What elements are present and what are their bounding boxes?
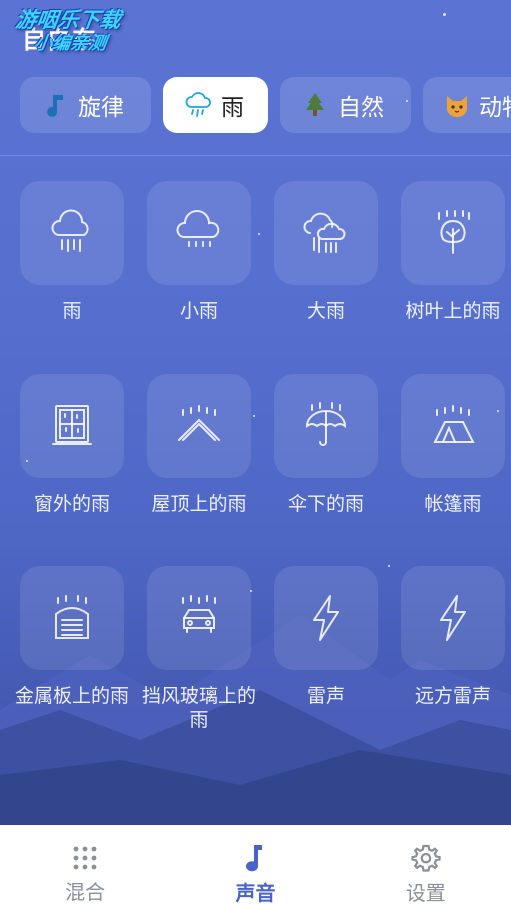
metal-rain-icon bbox=[55, 595, 89, 639]
sound-card[interactable] bbox=[401, 374, 505, 478]
grid-dots-icon bbox=[70, 843, 100, 872]
sound-label: 屋顶上的雨 bbox=[151, 493, 247, 515]
sound-label: 金属板上的雨 bbox=[14, 685, 129, 707]
sound-label: 远方雷声 bbox=[414, 685, 491, 707]
rain-cloud-icon bbox=[51, 209, 89, 252]
nav-label: 声音 bbox=[235, 881, 276, 905]
windshield-rain-icon bbox=[182, 595, 216, 633]
music-note-icon bbox=[240, 843, 270, 873]
sound-card[interactable] bbox=[20, 181, 124, 285]
nav-sounds[interactable]: 声音 bbox=[170, 825, 340, 905]
tab-label: 自然 bbox=[338, 95, 384, 121]
sound-card[interactable] bbox=[274, 566, 378, 670]
cat-icon bbox=[443, 90, 471, 120]
sound-card[interactable] bbox=[401, 181, 505, 285]
roof-rain-icon bbox=[178, 405, 220, 441]
sound-label: 树叶上的雨 bbox=[405, 300, 501, 322]
sound-label: 帐篷雨 bbox=[424, 493, 482, 515]
sound-item-metal-rain[interactable]: 金属板上的雨 bbox=[15, 566, 129, 708]
sound-card[interactable] bbox=[147, 374, 251, 478]
app-header: 自白东 游咽乐下载 小编亲测 bbox=[0, 0, 511, 72]
tab-label: 旋律 bbox=[78, 95, 124, 121]
tab-label: 雨 bbox=[221, 95, 244, 121]
sound-card[interactable] bbox=[274, 374, 378, 478]
sound-label: 雨 bbox=[62, 300, 82, 322]
tab-label: 动物 bbox=[479, 95, 511, 121]
nav-settings[interactable]: 设置 bbox=[341, 825, 511, 905]
sound-label: 小雨 bbox=[179, 300, 218, 322]
umbrella-rain-icon bbox=[305, 402, 347, 446]
heavy-rain-icon bbox=[303, 212, 346, 253]
sound-card[interactable] bbox=[147, 181, 251, 285]
tree-icon bbox=[300, 90, 330, 120]
sound-card[interactable] bbox=[401, 566, 505, 670]
tabs-divider bbox=[0, 155, 511, 156]
sound-card[interactable] bbox=[274, 181, 378, 285]
sound-item-distant-thunder[interactable]: 远方雷声 bbox=[401, 566, 505, 708]
sound-item-umbrella-rain[interactable]: 伞下的雨 bbox=[274, 374, 378, 516]
sound-card[interactable] bbox=[20, 374, 124, 478]
sound-card[interactable] bbox=[20, 566, 124, 670]
tab-nature[interactable]: 自然 bbox=[280, 77, 411, 133]
sound-item-thunder[interactable]: 雷声 bbox=[274, 566, 378, 708]
tab-animal[interactable]: 动物 bbox=[423, 77, 511, 133]
sound-item-rain-on-leaves[interactable]: 树叶上的雨 bbox=[401, 181, 505, 323]
sound-item-heavy-rain[interactable]: 大雨 bbox=[274, 181, 378, 323]
sound-item-windshield-rain[interactable]: 挡风玻璃上的雨 bbox=[142, 566, 256, 732]
tent-rain-icon bbox=[433, 405, 475, 443]
sound-card[interactable] bbox=[147, 566, 251, 670]
light-rain-icon bbox=[176, 210, 220, 247]
nav-label: 设置 bbox=[405, 881, 446, 905]
sound-item-tent-rain[interactable]: 帐篷雨 bbox=[401, 374, 505, 516]
sound-item-rain[interactable]: 雨 bbox=[20, 181, 124, 323]
bottom-nav: 混合 声音 设置 bbox=[0, 825, 511, 905]
sound-label: 大雨 bbox=[306, 300, 345, 322]
window-rain-icon bbox=[52, 405, 92, 445]
category-tabs: 旋律 雨 自然 动物 bbox=[0, 77, 511, 133]
tab-rain[interactable]: 雨 bbox=[163, 77, 268, 133]
sound-item-roof-rain[interactable]: 屋顶上的雨 bbox=[147, 374, 251, 516]
app-title: 自白东 bbox=[22, 26, 97, 54]
sound-label: 窗外的雨 bbox=[33, 493, 110, 515]
sound-item-window-rain[interactable]: 窗外的雨 bbox=[20, 374, 124, 516]
tab-melody[interactable]: 旋律 bbox=[20, 77, 151, 133]
nav-mix[interactable]: 混合 bbox=[0, 825, 170, 905]
sound-item-light-rain[interactable]: 小雨 bbox=[147, 181, 251, 323]
nav-label: 混合 bbox=[65, 880, 106, 904]
sound-label: 伞下的雨 bbox=[287, 493, 364, 515]
sound-label: 挡风玻璃上的雨 bbox=[141, 685, 256, 731]
rain-on-leaves-icon bbox=[438, 210, 470, 254]
music-note-icon bbox=[40, 90, 70, 120]
gear-icon bbox=[411, 843, 441, 873]
thunder-icon bbox=[313, 595, 339, 641]
sound-label: 雷声 bbox=[306, 685, 345, 707]
rain-cloud-icon bbox=[183, 90, 213, 120]
distant-thunder-icon bbox=[440, 595, 466, 641]
